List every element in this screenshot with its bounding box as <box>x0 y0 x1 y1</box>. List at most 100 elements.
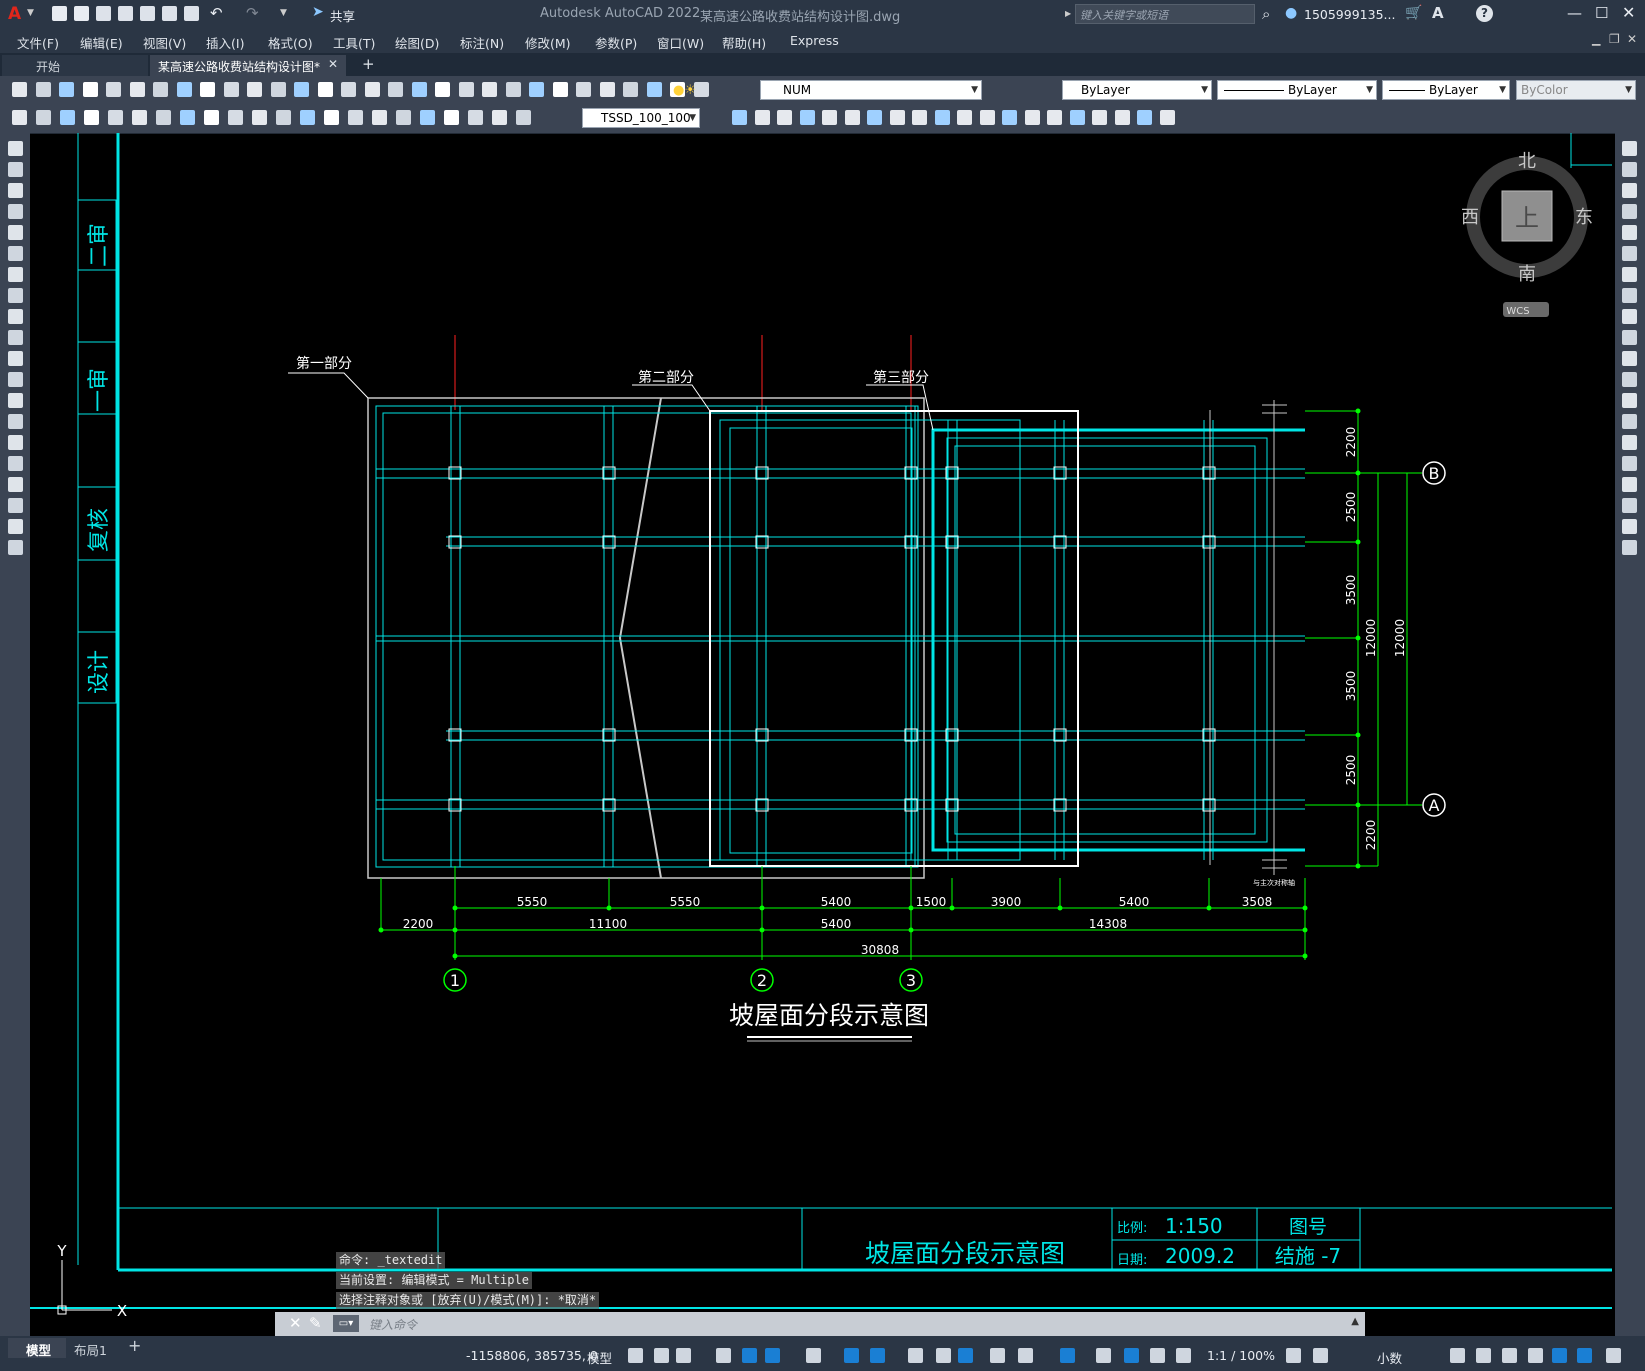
ellipse-arc-icon[interactable] <box>8 351 23 366</box>
jogged-linear-icon[interactable] <box>468 110 483 125</box>
hatch-icon[interactable] <box>8 435 23 450</box>
3d-osnap-toggle-icon[interactable] <box>990 1348 1005 1363</box>
tab-close-icon[interactable]: ✕ <box>328 57 338 71</box>
selection-cycling-toggle-icon[interactable] <box>958 1348 973 1363</box>
view-cube[interactable]: 上 北 南 西 东 WCS <box>1461 151 1593 317</box>
rectangle-icon[interactable] <box>8 225 23 240</box>
search-icon[interactable]: ⌕ <box>1262 5 1270 23</box>
fillet-icon[interactable] <box>1622 456 1637 471</box>
menu-help[interactable]: 帮助(H) <box>722 33 766 52</box>
point-icon[interactable] <box>8 414 23 429</box>
menu-window[interactable]: 窗口(W) <box>657 33 704 52</box>
menu-draw[interactable]: 绘图(D) <box>395 33 439 52</box>
command-close-icon[interactable]: ✕ <box>289 1314 302 1332</box>
diameter-icon[interactable] <box>228 110 243 125</box>
app-menu-chevron-icon[interactable]: ▼ <box>27 8 34 18</box>
menu-edit[interactable]: 编辑(E) <box>80 33 123 52</box>
rotate-icon[interactable] <box>1622 267 1637 282</box>
cart-icon[interactable]: 🛒 <box>1405 5 1422 21</box>
menu-insert[interactable]: 插入(I) <box>206 33 244 52</box>
layout-tool-icon[interactable] <box>1114 110 1130 125</box>
color-combo[interactable]: ByLayer ▼ <box>1062 80 1212 100</box>
blend-icon[interactable] <box>1622 477 1637 492</box>
construction-line-icon[interactable] <box>8 162 23 177</box>
menu-tools[interactable]: 工具(T) <box>333 33 375 52</box>
layer-state-icon[interactable] <box>623 82 638 97</box>
app-logo[interactable]: A <box>8 4 21 24</box>
selection-filter-toggle-icon[interactable] <box>1060 1348 1075 1363</box>
command-customize-icon[interactable]: ✎ <box>309 1314 322 1332</box>
menu-view[interactable]: 视图(V) <box>143 33 186 52</box>
layout-tool-icon[interactable] <box>1024 110 1040 125</box>
layout-tool-icon[interactable] <box>912 110 927 125</box>
isolate-icon[interactable] <box>1528 1348 1543 1363</box>
coordinates-readout[interactable]: -1158806, 385735, 0 <box>466 1348 598 1363</box>
spline-icon[interactable] <box>8 309 23 324</box>
table-icon[interactable] <box>8 498 23 513</box>
lineweight-combo[interactable]: ByLayer ▼ <box>1382 80 1510 100</box>
annotation-monitor-icon[interactable] <box>1313 1348 1328 1363</box>
layout-tool-icon[interactable] <box>934 110 950 125</box>
copy-object-icon[interactable] <box>1622 162 1637 177</box>
maximize-icon[interactable]: ☐ <box>1595 4 1608 22</box>
view-cube-west[interactable]: 西 <box>1461 207 1479 228</box>
polygon-icon[interactable] <box>8 204 23 219</box>
dim-break-icon[interactable] <box>372 110 387 125</box>
dynamic-input-toggle-icon[interactable] <box>716 1348 731 1363</box>
menu-dimension[interactable]: 标注(N) <box>460 33 504 52</box>
plot-icon[interactable] <box>184 6 199 21</box>
grid-toggle-icon[interactable] <box>628 1348 643 1363</box>
match-icon[interactable] <box>247 82 262 97</box>
zoom-realtime-icon[interactable] <box>364 82 380 97</box>
redo-icon[interactable] <box>317 82 333 97</box>
radius-icon[interactable] <box>180 110 195 125</box>
undo-icon[interactable]: ↶ <box>210 4 223 22</box>
infer-toggle-icon[interactable] <box>676 1348 691 1363</box>
calc-icon[interactable] <box>552 82 568 97</box>
tab-start[interactable]: 开始 <box>2 55 148 76</box>
attribute-icon[interactable] <box>60 110 75 125</box>
isodraft-toggle-icon[interactable] <box>806 1348 821 1363</box>
layout-tool-icon[interactable] <box>799 110 815 125</box>
arc-icon[interactable] <box>8 246 23 261</box>
extend-icon[interactable] <box>1622 351 1637 366</box>
layout-tool-icon[interactable] <box>889 110 905 125</box>
layout-tool-icon[interactable] <box>1002 110 1017 125</box>
layout-tool-icon[interactable] <box>1159 110 1175 125</box>
close-icon[interactable]: ✕ <box>1622 3 1635 22</box>
move-icon[interactable] <box>1622 246 1637 261</box>
block-icon[interactable] <box>270 82 286 97</box>
stretch-icon[interactable] <box>1622 309 1637 324</box>
region-icon[interactable] <box>8 477 23 492</box>
block-editor-icon[interactable] <box>36 110 51 125</box>
zoom-window-icon[interactable] <box>388 82 403 97</box>
linetype-combo[interactable]: ByLayer ▼ <box>1217 80 1377 100</box>
dimstyle-combo[interactable]: TSSD_100_100 ▼ <box>582 108 700 128</box>
menu-express[interactable]: Express <box>790 33 839 48</box>
quick-properties-icon[interactable] <box>1476 1348 1491 1363</box>
array-icon[interactable] <box>1622 225 1637 240</box>
save-web-icon[interactable] <box>162 6 177 21</box>
plot-icon[interactable] <box>82 82 98 97</box>
explode-icon[interactable] <box>1622 498 1637 513</box>
user-name[interactable]: 1505999135... <box>1304 7 1395 22</box>
doc-minimize-icon[interactable]: ▁ <box>1592 33 1600 46</box>
jogged-icon[interactable] <box>204 110 219 125</box>
save-as-icon[interactable] <box>118 6 133 21</box>
circle-icon[interactable] <box>8 267 23 282</box>
layout-tool-icon[interactable] <box>754 110 770 125</box>
scale-icon[interactable] <box>1622 288 1637 303</box>
layout-tool-icon[interactable] <box>732 110 747 125</box>
units-display[interactable]: 小数 <box>1377 1348 1402 1367</box>
tab-layout1[interactable]: 布局1 <box>68 1338 126 1358</box>
layout-tool-icon[interactable] <box>1137 110 1152 125</box>
linear-dim-icon[interactable] <box>84 110 99 125</box>
workspace-icon[interactable] <box>1286 1348 1301 1363</box>
layout-tool-icon[interactable] <box>822 110 837 125</box>
annotation-scale-toggle-icon[interactable] <box>1176 1348 1191 1363</box>
search-input[interactable]: 键入关键字或短语 <box>1075 4 1255 24</box>
sheet-set-icon[interactable] <box>505 82 521 97</box>
lineweight-toggle-icon[interactable] <box>908 1348 923 1363</box>
continue-icon[interactable] <box>324 110 339 125</box>
angular-icon[interactable] <box>252 110 267 125</box>
